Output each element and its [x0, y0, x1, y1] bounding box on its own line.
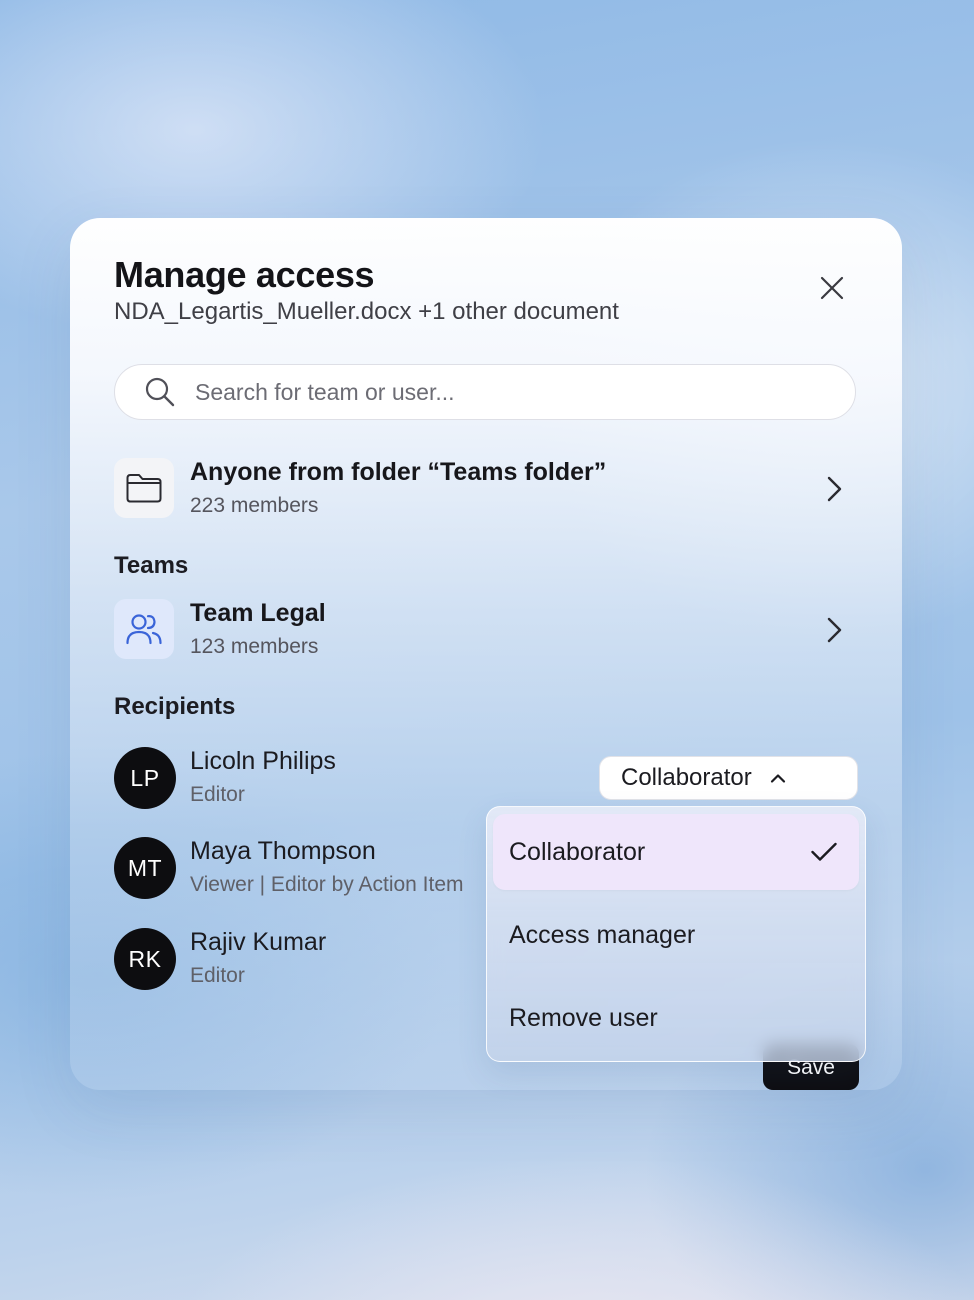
role-option-remove-user[interactable]: Remove user: [493, 980, 859, 1056]
folder-icon: [126, 474, 162, 503]
recipient-row: MT Maya Thompson Viewer | Editor by Acti…: [114, 837, 534, 901]
team-tile: [114, 599, 174, 659]
recipients-section-label: Recipients: [114, 693, 236, 720]
recipient-name: Maya Thompson: [190, 837, 376, 865]
role-option-label: Access manager: [509, 921, 696, 949]
recipient-name: Licoln Philips: [190, 747, 336, 775]
teams-section-label: Teams: [114, 552, 189, 579]
recipient-role: Editor: [190, 964, 245, 987]
users-icon: [126, 614, 162, 645]
role-option-collaborator[interactable]: Collaborator: [493, 814, 859, 890]
chevron-right-icon: [822, 474, 846, 504]
role-menu: Collaborator Access manager Remove user: [486, 806, 866, 1062]
team-row[interactable]: Team Legal 123 members: [114, 599, 856, 663]
check-icon: [809, 838, 839, 866]
chevron-right-icon: [822, 615, 846, 645]
folder-tile: [114, 458, 174, 518]
role-select-value: Collaborator: [621, 764, 752, 791]
folder-access-members: 223 members: [190, 494, 319, 517]
team-members: 123 members: [190, 635, 319, 658]
search-icon: [143, 375, 177, 409]
recipient-row: LP Licoln Philips Editor: [114, 747, 534, 811]
avatar: LP: [114, 747, 176, 809]
search-input[interactable]: [193, 377, 797, 407]
avatar: RK: [114, 928, 176, 990]
recipient-row: RK Rajiv Kumar Editor: [114, 928, 534, 992]
role-option-label: Collaborator: [509, 838, 646, 866]
close-icon: [820, 276, 844, 300]
avatar: MT: [114, 837, 176, 899]
dialog-title: Manage access: [114, 254, 375, 295]
recipient-role: Viewer | Editor by Action Item: [190, 873, 464, 896]
close-button[interactable]: [814, 270, 850, 306]
dialog-subtitle: NDA_Legartis_Mueller.docx +1 other docum…: [114, 298, 619, 325]
chevron-up-icon: [768, 768, 788, 788]
folder-access-row[interactable]: Anyone from folder “Teams folder” 223 me…: [114, 458, 856, 522]
folder-access-title: Anyone from folder “Teams folder”: [190, 458, 607, 486]
recipient-name: Rajiv Kumar: [190, 928, 327, 956]
role-option-label: Remove user: [509, 1004, 658, 1032]
search-box[interactable]: [114, 364, 856, 420]
role-select[interactable]: Collaborator: [599, 756, 858, 800]
team-name: Team Legal: [190, 599, 326, 627]
recipient-role: Editor: [190, 783, 245, 806]
role-option-access-manager[interactable]: Access manager: [493, 897, 859, 973]
